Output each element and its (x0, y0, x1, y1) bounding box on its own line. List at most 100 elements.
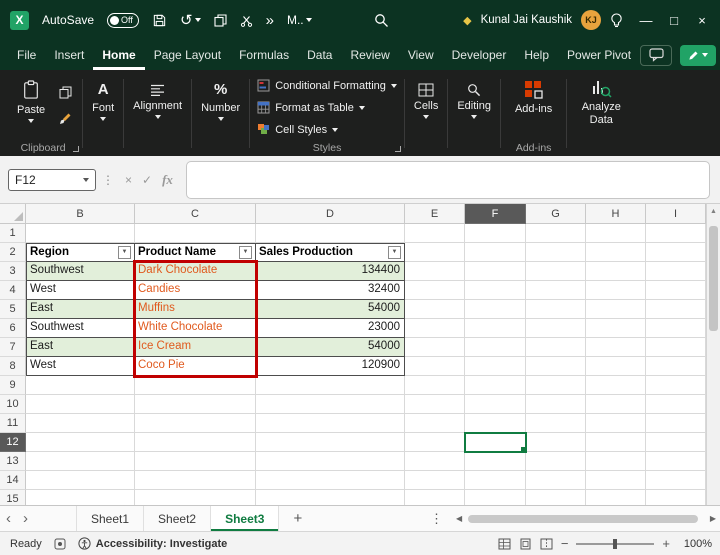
cell-H15[interactable] (586, 490, 646, 505)
cell-C6[interactable]: White Chocolate (135, 319, 256, 338)
cancel-button[interactable]: × (125, 173, 132, 187)
cell-C5[interactable]: Muffins (135, 300, 256, 319)
cell-F14[interactable] (465, 471, 526, 490)
cell-I2[interactable] (646, 243, 706, 262)
sheet-options-icon[interactable]: ⋮ (430, 511, 443, 527)
normal-view-button[interactable] (498, 538, 511, 550)
cell-H8[interactable] (586, 357, 646, 376)
cell-D13[interactable] (256, 452, 405, 471)
copy-button[interactable] (55, 83, 75, 101)
filter-button[interactable]: ▼ (239, 246, 252, 259)
cell-E12[interactable] (405, 433, 465, 452)
cell-E13[interactable] (405, 452, 465, 471)
filter-button[interactable]: ▼ (118, 246, 131, 259)
cell-I11[interactable] (646, 414, 706, 433)
cell-F11[interactable] (465, 414, 526, 433)
cell-D1[interactable] (256, 224, 405, 243)
cell-E1[interactable] (405, 224, 465, 243)
cell-B4[interactable]: West (26, 281, 135, 300)
cell-G12[interactable] (526, 433, 586, 452)
cell-C2[interactable]: Product Name ▼ (135, 243, 256, 262)
page-break-preview-button[interactable] (540, 538, 553, 550)
cell-B9[interactable] (26, 376, 135, 395)
cell-F12[interactable] (464, 432, 527, 453)
cell-B5[interactable]: East (26, 300, 135, 319)
cell-D2[interactable]: Sales Production ▼ (256, 243, 405, 262)
format-as-table-button[interactable]: Format as Table (257, 97, 397, 118)
cell-F3[interactable] (465, 262, 526, 281)
menu-tab-power-pivot[interactable]: Power Pivot (558, 40, 640, 70)
accessibility-checker-button[interactable]: Accessibility: Investigate (78, 537, 227, 550)
cell-H7[interactable] (586, 338, 646, 357)
row-header-11[interactable]: 11 (0, 414, 26, 433)
zoom-out-button[interactable]: − (561, 536, 569, 551)
menu-tab-insert[interactable]: Insert (45, 40, 93, 70)
new-sheet-button[interactable]: + (293, 510, 302, 527)
cell-D10[interactable] (256, 395, 405, 414)
alignment-button[interactable]: Alignment (126, 73, 189, 156)
cell-I7[interactable] (646, 338, 706, 357)
paste-button[interactable]: Paste (11, 75, 51, 127)
cell-E10[interactable] (405, 395, 465, 414)
horizontal-scrollbar[interactable]: ◀ ▶ (456, 506, 716, 531)
select-all-button[interactable] (0, 204, 26, 224)
cell-D3[interactable]: 134400 (256, 262, 405, 281)
col-header-e[interactable]: E (405, 204, 465, 224)
cell-G2[interactable] (526, 243, 586, 262)
cell-C11[interactable] (135, 414, 256, 433)
menu-tab-data[interactable]: Data (298, 40, 341, 70)
cell-G6[interactable] (526, 319, 586, 338)
row-header-6[interactable]: 6 (0, 319, 26, 338)
cell-I9[interactable] (646, 376, 706, 395)
dialog-launcher-icon[interactable] (394, 146, 401, 152)
cell-H2[interactable] (586, 243, 646, 262)
cells-button[interactable]: Cells (407, 73, 445, 156)
cell-I8[interactable] (646, 357, 706, 376)
cell-D4[interactable]: 32400 (256, 281, 405, 300)
cell-F1[interactable] (465, 224, 526, 243)
cell-G8[interactable] (526, 357, 586, 376)
row-header-10[interactable]: 10 (0, 395, 26, 414)
zoom-in-button[interactable]: + (662, 536, 670, 551)
row-header-12[interactable]: 12 (0, 433, 26, 452)
row-header-15[interactable]: 15 (0, 490, 26, 505)
cell-F15[interactable] (465, 490, 526, 505)
cell-E5[interactable] (405, 300, 465, 319)
cell-G5[interactable] (526, 300, 586, 319)
editing-button[interactable]: Editing (450, 73, 498, 156)
col-header-f[interactable]: F (465, 204, 526, 224)
cell-E14[interactable] (405, 471, 465, 490)
cell-B8[interactable]: West (26, 357, 135, 376)
cell-D14[interactable] (256, 471, 405, 490)
cell-C7[interactable]: Ice Cream (135, 338, 256, 357)
cell-G9[interactable] (526, 376, 586, 395)
number-button[interactable]: % Number (194, 73, 247, 156)
scroll-up-icon[interactable]: ▲ (707, 204, 720, 218)
cell-C12[interactable] (135, 433, 256, 452)
cell-B13[interactable] (26, 452, 135, 471)
cell-I15[interactable] (646, 490, 706, 505)
menu-tab-review[interactable]: Review (341, 40, 398, 70)
cell-E9[interactable] (405, 376, 465, 395)
zoom-level[interactable]: 100% (678, 538, 712, 550)
copilot-icon[interactable]: ◆ (463, 14, 471, 27)
cell-E15[interactable] (405, 490, 465, 505)
cell-F13[interactable] (465, 452, 526, 471)
cell-F5[interactable] (465, 300, 526, 319)
minimize-button[interactable]: — (632, 0, 660, 40)
menu-tab-help[interactable]: Help (515, 40, 558, 70)
cell-D15[interactable] (256, 490, 405, 505)
scroll-left-icon[interactable]: ◀ (456, 514, 462, 523)
row-header-14[interactable]: 14 (0, 471, 26, 490)
cell-G4[interactable] (526, 281, 586, 300)
row-header-3[interactable]: 3 (0, 262, 26, 281)
cell-H3[interactable] (586, 262, 646, 281)
cell-B7[interactable]: East (26, 338, 135, 357)
vertical-scrollbar[interactable]: ▲ (706, 204, 720, 505)
menu-tab-home[interactable]: Home (93, 40, 144, 70)
sheet-tab-sheet2[interactable]: Sheet2 (144, 506, 212, 531)
comments-button[interactable] (640, 44, 673, 66)
conditional-formatting-button[interactable]: Conditional Formatting (257, 75, 397, 96)
col-header-h[interactable]: H (586, 204, 646, 224)
macro-record-button[interactable] (54, 538, 66, 550)
